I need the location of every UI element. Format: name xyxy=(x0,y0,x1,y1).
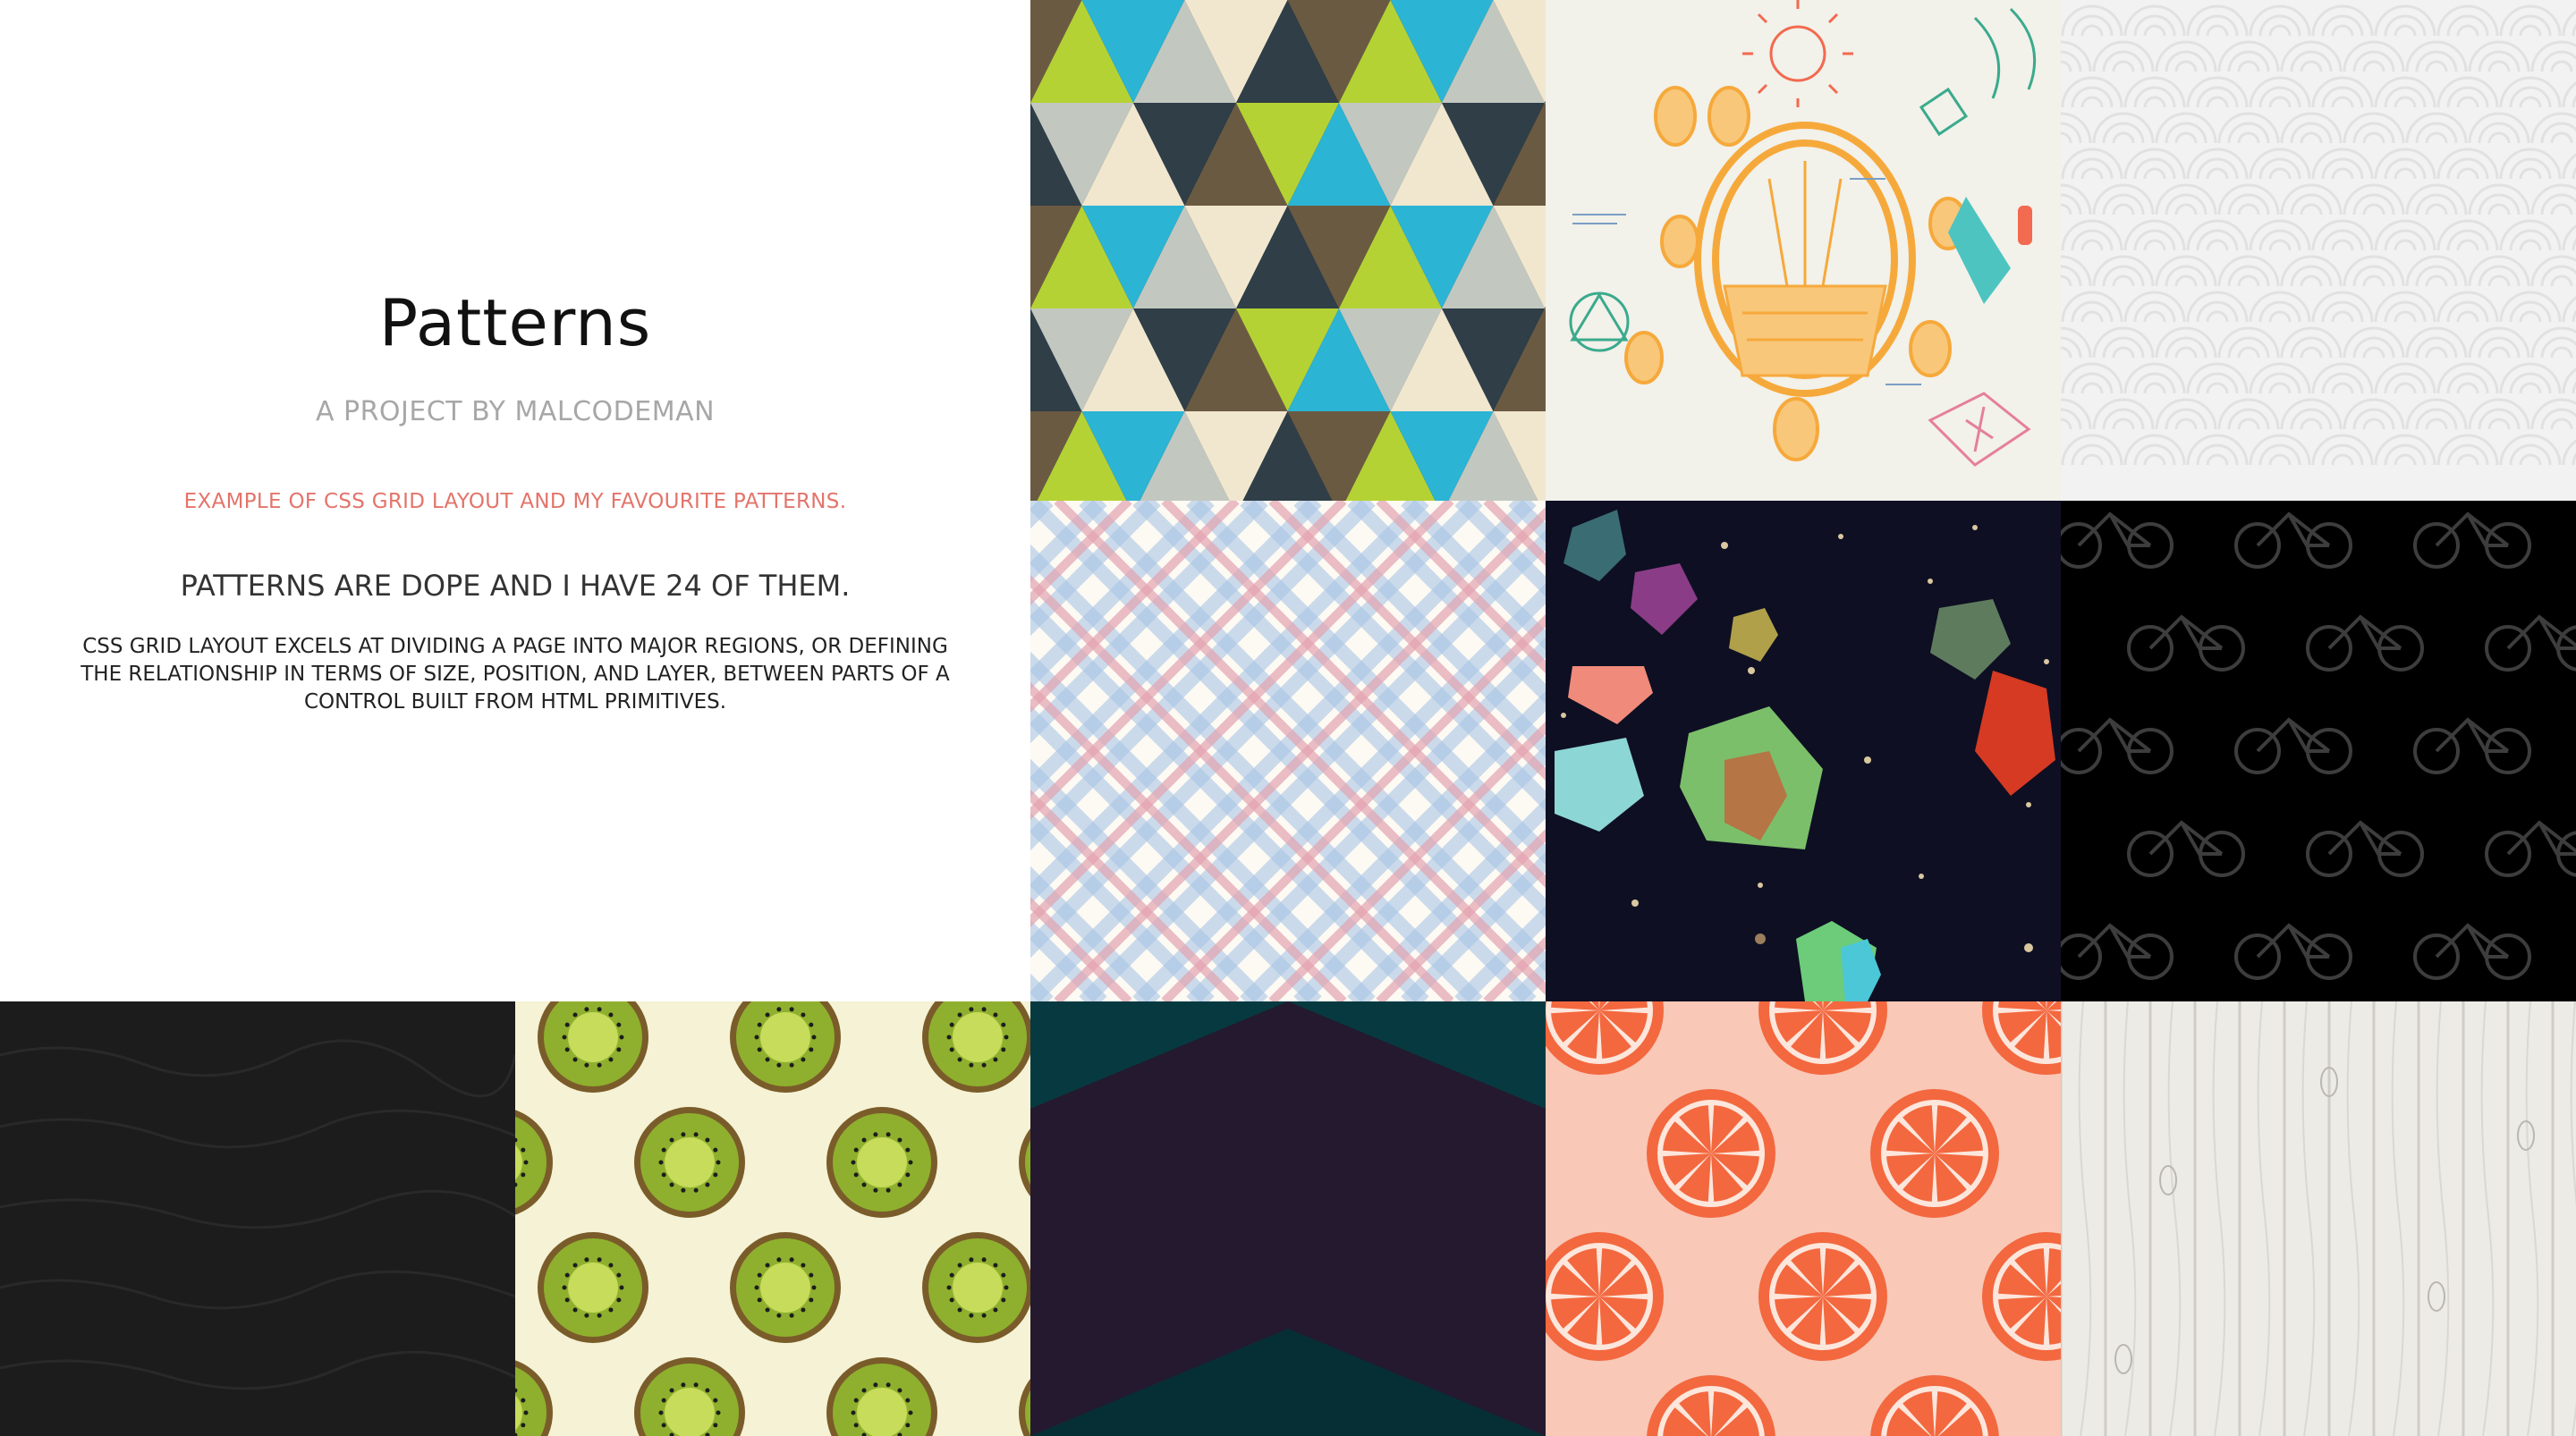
pattern-tile-grapefruit xyxy=(1546,1001,2061,1436)
pattern-tile-botanical-sketch xyxy=(1546,0,2061,501)
pattern-grid: Patterns A PROJECT BY MALCODEMAN EXAMPLE… xyxy=(0,0,2576,1436)
pattern-tile-plaid xyxy=(1030,501,1546,1001)
space-gems-graphic xyxy=(1546,501,2061,1001)
pattern-tile-white-wood xyxy=(2061,1001,2576,1436)
section-heading: PATTERNS ARE DOPE AND I HAVE 24 OF THEM. xyxy=(180,569,851,603)
tagline: EXAMPLE OF CSS GRID LAYOUT AND MY FAVOUR… xyxy=(183,490,847,513)
dark-texture-graphic xyxy=(0,1001,515,1436)
white-wood-graphic xyxy=(2061,1001,2576,1436)
pattern-tile-dark-texture xyxy=(0,1001,515,1436)
seigaiha-waves-graphic xyxy=(2061,0,2576,501)
pattern-tile-kiwi-slices xyxy=(515,1001,1030,1436)
plaid-graphic xyxy=(1030,501,1546,1001)
pattern-tile-chevrons xyxy=(1030,1001,1546,1436)
botanical-sketch-graphic xyxy=(1546,0,2061,501)
bicycles-graphic xyxy=(2061,501,2576,1001)
page-title: Patterns xyxy=(378,285,652,360)
grapefruit-graphic xyxy=(1546,1001,2061,1436)
pattern-tile-seigaiha-waves xyxy=(2061,0,2576,501)
kiwi-slices-graphic xyxy=(515,1001,1030,1436)
chevrons-graphic xyxy=(1030,1001,1546,1436)
intro-panel: Patterns A PROJECT BY MALCODEMAN EXAMPLE… xyxy=(0,0,1030,1001)
pattern-tile-bicycles xyxy=(2061,501,2576,1001)
project-byline: A PROJECT BY MALCODEMAN xyxy=(315,396,716,427)
description-text: CSS GRID LAYOUT EXCELS AT DIVIDING A PAG… xyxy=(80,635,950,714)
pattern-tile-triangles xyxy=(1030,0,1546,501)
triangles-pattern-graphic xyxy=(1030,0,1546,501)
pattern-tile-space-gems xyxy=(1546,501,2061,1001)
